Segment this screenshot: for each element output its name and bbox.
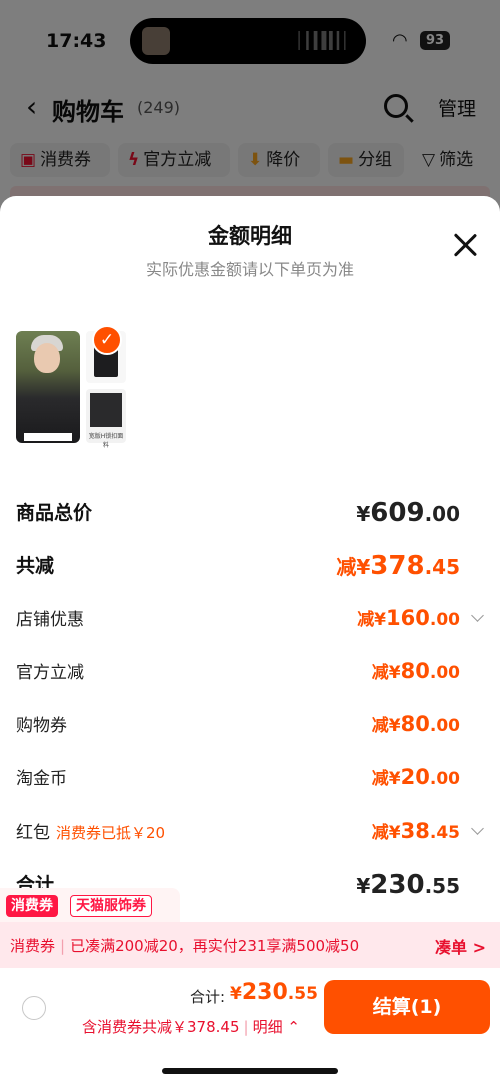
selected-check-icon: ✓ bbox=[92, 325, 122, 355]
detail-toggle[interactable]: 明细 ⌃ bbox=[253, 1018, 300, 1036]
product-thumbnail[interactable]: 宽版H锁扣面料 ✓ bbox=[16, 325, 126, 449]
promo-text: 已凑满200减20，再实付231享满500减50 bbox=[70, 937, 360, 955]
discount-summary: 含消费券共减￥378.45 | 明细 ⌃ bbox=[82, 1018, 300, 1036]
checkout-button[interactable]: 结算(1) bbox=[324, 980, 490, 1034]
add-items-link[interactable]: 凑单 > bbox=[435, 934, 486, 958]
promo-name: 消费券 bbox=[10, 937, 56, 955]
fabric-caption: 宽版H锁扣面料 bbox=[88, 433, 124, 449]
select-all-radio[interactable] bbox=[22, 996, 46, 1020]
tag-consumer-coupon: 消费券 bbox=[6, 895, 58, 917]
coupon-tags: 消费券 天猫服饰券 bbox=[0, 888, 180, 922]
close-icon[interactable] bbox=[452, 232, 478, 258]
store-discount-amount: 减¥160.00 bbox=[357, 606, 460, 630]
product-photo bbox=[16, 331, 80, 443]
official-discount-amount: 减¥80.00 bbox=[371, 659, 460, 683]
sheet-title: 金额明细 bbox=[208, 224, 292, 248]
row-shopping-voucher: 购物券 减¥80.00 bbox=[16, 712, 460, 736]
sheet-subtitle: 实际优惠金额请以下单页为准 bbox=[145, 260, 354, 279]
total-discount-amount: 减¥378.45 bbox=[336, 551, 460, 581]
chevron-down-icon bbox=[471, 822, 484, 835]
red-packet-note: 消费券已抵￥20 bbox=[56, 824, 166, 842]
shopping-voucher-amount: 减¥80.00 bbox=[371, 712, 460, 736]
goods-total-amount: ¥609.00 bbox=[356, 498, 460, 528]
total-amount: ¥230.55 bbox=[230, 980, 318, 1005]
row-goods-total: 商品总价 ¥609.00 bbox=[16, 498, 460, 528]
promo-banner[interactable]: 消费券 | 已凑满200减20，再实付231享满500减50 凑单 > bbox=[0, 922, 500, 968]
home-indicator bbox=[162, 1068, 338, 1074]
row-store-discount[interactable]: 店铺优惠 减¥160.00 bbox=[0, 605, 500, 635]
row-total-discount: 共减 减¥378.45 bbox=[16, 551, 460, 581]
taojinbi-amount: 减¥20.00 bbox=[371, 765, 460, 789]
sum-amount: ¥230.55 bbox=[356, 870, 460, 900]
row-official-discount: 官方立减 减¥80.00 bbox=[16, 659, 460, 683]
total-label: 合计: bbox=[190, 988, 226, 1006]
product-fabric-image: 宽版H锁扣面料 bbox=[86, 389, 126, 449]
chevron-up-icon: ⌃ bbox=[287, 1018, 300, 1036]
red-packet-amount: 减¥38.45 bbox=[371, 819, 460, 843]
chevron-down-icon bbox=[471, 609, 484, 622]
row-red-packet[interactable]: 红包 消费券已抵￥20 减¥38.45 bbox=[0, 818, 500, 848]
row-taojinbi: 淘金币 减¥20.00 bbox=[16, 765, 460, 789]
tag-tmall-coupon: 天猫服饰券 bbox=[70, 895, 152, 917]
